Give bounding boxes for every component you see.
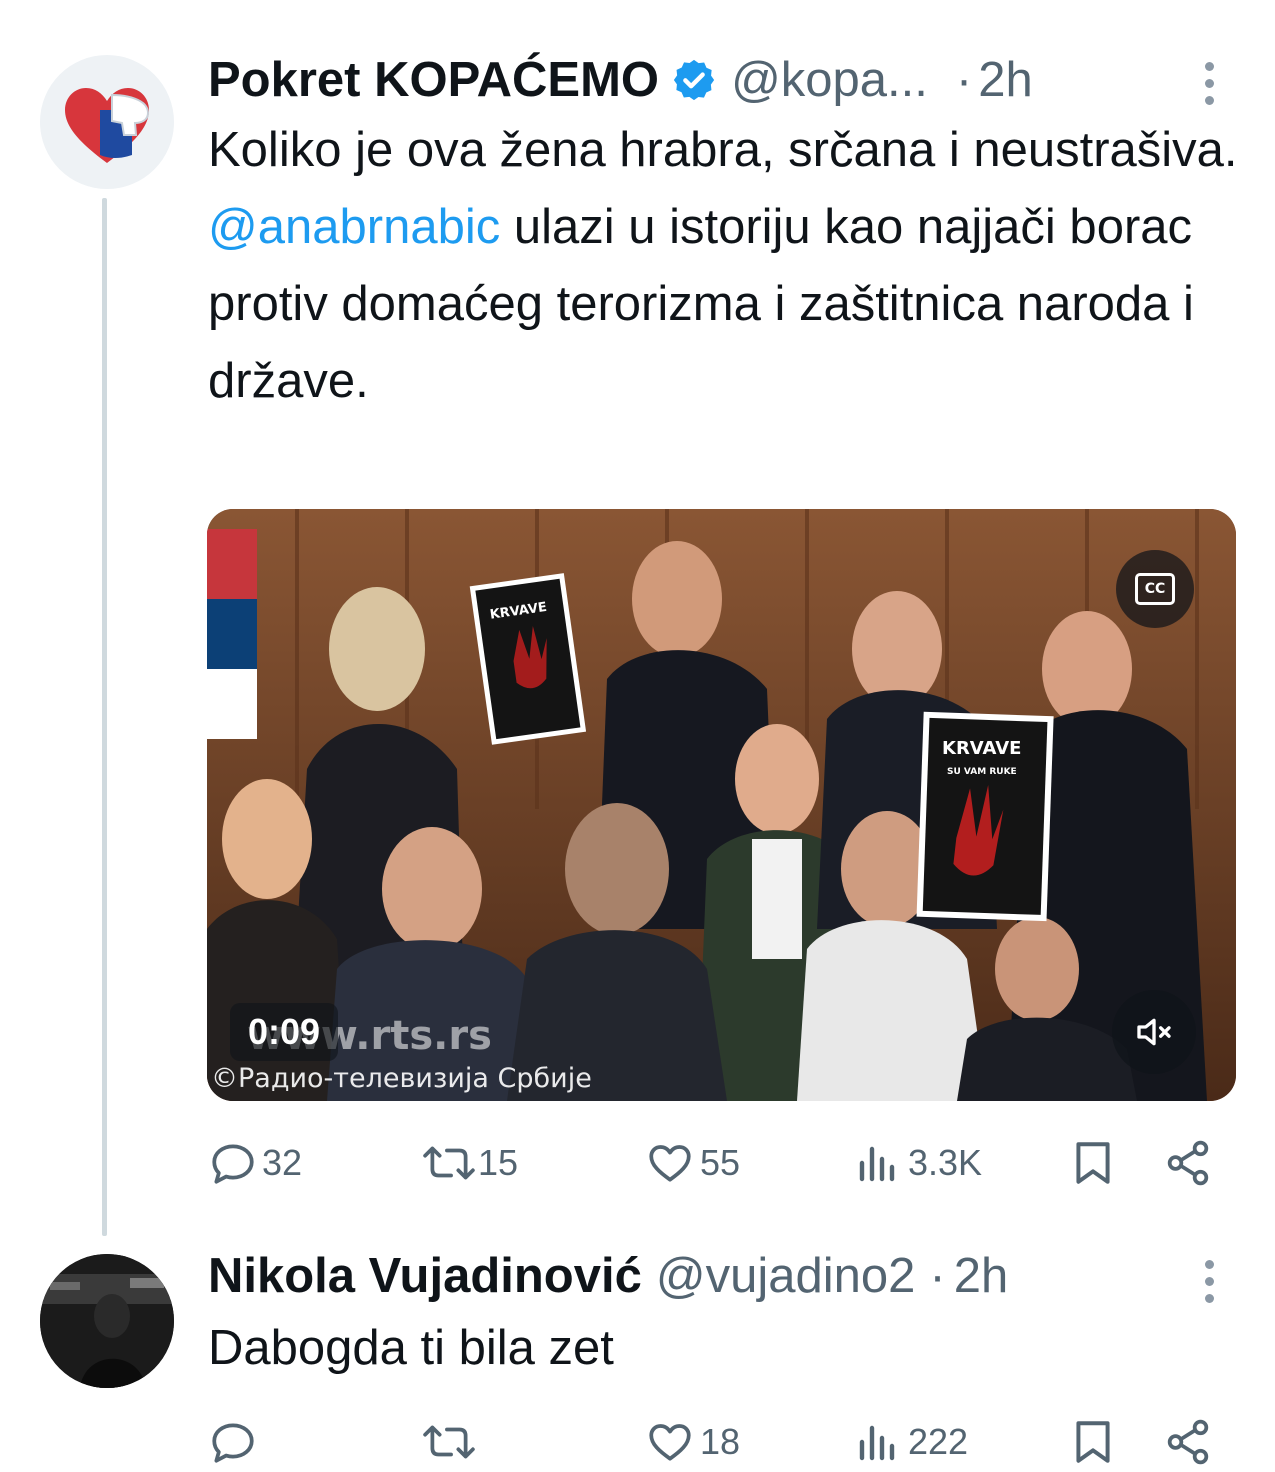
tweet-time[interactable]: 2h [978, 52, 1033, 108]
like-button[interactable]: 55 [644, 1138, 740, 1188]
sign-text: KRVAVE [942, 738, 1021, 759]
bookmark-button[interactable] [1068, 1416, 1118, 1468]
video-duration: 0:09 [248, 1011, 321, 1052]
separator: · [929, 1249, 946, 1303]
repost-button[interactable]: 15 [422, 1138, 518, 1188]
video-duration-badge: 0:09 [230, 1003, 339, 1061]
views-chart-icon [859, 1425, 895, 1461]
views-count: 222 [908, 1421, 969, 1462]
captions-button[interactable]: CC [1116, 550, 1194, 628]
avatar[interactable] [40, 55, 174, 189]
tweet-text: Koliko je ova žena hrabra, srčana i neus… [208, 112, 1248, 420]
captions-label: CC [1144, 581, 1166, 597]
views-count: 3.3K [908, 1142, 983, 1183]
copyright-text: ©Радио-телевизија Србије [211, 1063, 592, 1094]
like-button[interactable]: 18 [644, 1417, 740, 1467]
user-photo-icon [40, 1254, 174, 1388]
repost-icon [423, 1425, 475, 1459]
repost-count: 15 [478, 1142, 519, 1183]
share-button[interactable] [1163, 1138, 1213, 1188]
tweet-time[interactable]: 2h [954, 1248, 1009, 1304]
tweet-text-part: Koliko je ova žena hrabra, srčana i neus… [208, 123, 1252, 177]
share-button[interactable] [1163, 1417, 1213, 1467]
like-count: 55 [700, 1142, 741, 1183]
captions-icon: CC [1135, 573, 1175, 605]
heart-icon [649, 1145, 691, 1182]
author-name[interactable]: Nikola Vujadinović [208, 1248, 642, 1304]
views-button[interactable]: 222 [854, 1417, 968, 1467]
reply-icon [212, 1144, 254, 1184]
mute-button[interactable] [1112, 990, 1196, 1074]
reply-count: 32 [262, 1142, 303, 1183]
more-options-icon[interactable] [1203, 62, 1215, 105]
video-frame: KRVAVE KRVAVE SU VAM RUKE www.rts.rs ©Ра… [207, 509, 1236, 1101]
sign-subtext: SU VAM RUKE [947, 767, 1017, 777]
bookmark-icon [1076, 1142, 1110, 1184]
tweet-actions: 18 222 [208, 1412, 1218, 1472]
like-count: 18 [700, 1421, 741, 1462]
more-options-icon[interactable] [1203, 1260, 1215, 1303]
video-player[interactable]: KRVAVE KRVAVE SU VAM RUKE www.rts.rs ©Ра… [207, 509, 1236, 1101]
share-icon [1167, 1419, 1209, 1465]
bookmark-icon [1076, 1421, 1110, 1463]
reply-button[interactable]: 32 [208, 1138, 302, 1188]
verified-badge-icon [671, 57, 717, 103]
reply-icon [212, 1423, 254, 1463]
author-handle[interactable]: @kopa... [731, 52, 928, 108]
thread-line [102, 198, 107, 1236]
author-handle[interactable]: @vujadino2 [656, 1248, 916, 1304]
tweet-actions: 32 15 55 3.3K [208, 1133, 1218, 1193]
views-button[interactable]: 3.3K [854, 1138, 982, 1188]
reply-button[interactable] [208, 1417, 258, 1467]
avatar[interactable] [40, 1254, 174, 1388]
author-name[interactable]: Pokret KOPAĆEMO [208, 52, 659, 108]
repost-icon [423, 1146, 475, 1180]
repost-button[interactable] [422, 1417, 476, 1467]
heart-icon [649, 1424, 691, 1461]
separator: · [955, 53, 973, 107]
tweet-text: Dabogda ti bila zet [208, 1321, 614, 1375]
share-icon [1167, 1140, 1209, 1186]
mention-link[interactable]: @anabrnabic [208, 200, 500, 254]
views-chart-icon [859, 1146, 895, 1182]
kopacemo-logo-icon [40, 55, 174, 189]
speaker-muted-icon [1137, 1018, 1171, 1046]
bookmark-button[interactable] [1068, 1137, 1118, 1189]
tweet-header: Pokret KOPAĆEMO @kopa... · 2h [208, 50, 1033, 110]
tweet-header: Nikola Vujadinović @vujadino2 · 2h [208, 1246, 1008, 1306]
